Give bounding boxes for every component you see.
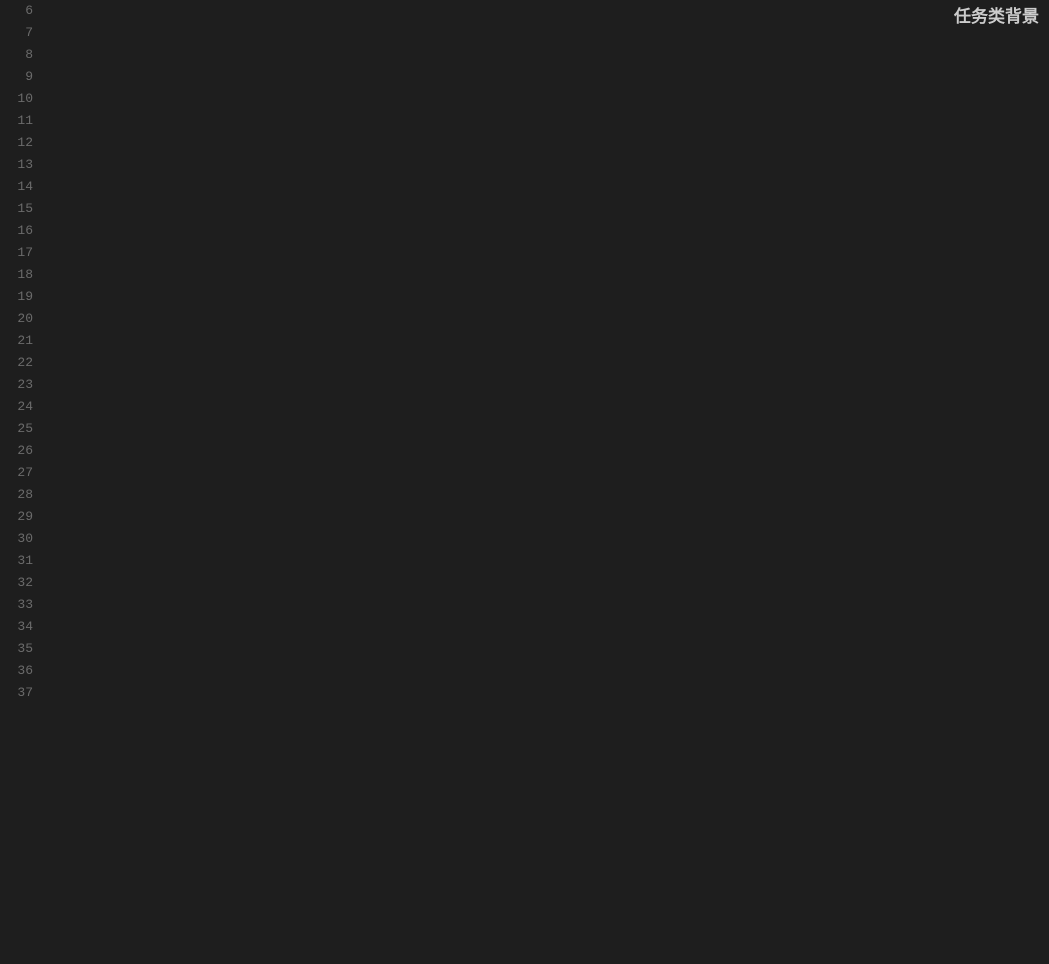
line-num-13: 13: [0, 154, 33, 176]
editor-container: 任务类背景 6 7 8 9 10 11 12 13 14 15 16 17 18…: [0, 0, 1049, 964]
line6-text: [55, 0, 89, 22]
line-num-7: 7: [0, 22, 33, 44]
line-num-16: 16: [0, 220, 33, 242]
line-num-8: 8: [0, 44, 33, 66]
line-num-35: 35: [0, 638, 33, 660]
line-num-19: 19: [0, 286, 33, 308]
line-num-22: 22: [0, 352, 33, 374]
code-area: [45, 0, 1049, 964]
line-num-37: 37: [0, 682, 33, 704]
line-num-10: 10: [0, 88, 33, 110]
line-num-20: 20: [0, 308, 33, 330]
line-num-36: 36: [0, 660, 33, 682]
line-num-14: 14: [0, 176, 33, 198]
line-num-17: 17: [0, 242, 33, 264]
line-num-34: 34: [0, 616, 33, 638]
top-title: 任务类背景: [944, 0, 1049, 30]
line-num-9: 9: [0, 66, 33, 88]
line-num-30: 30: [0, 528, 33, 550]
code-line-6: [55, 0, 1049, 22]
line-num-15: 15: [0, 198, 33, 220]
line-num-6: 6: [0, 0, 33, 22]
line-num-33: 33: [0, 594, 33, 616]
line-num-27: 27: [0, 462, 33, 484]
line-num-23: 23: [0, 374, 33, 396]
line-num-12: 12: [0, 132, 33, 154]
line-num-32: 32: [0, 572, 33, 594]
line-num-28: 28: [0, 484, 33, 506]
line-num-21: 21: [0, 330, 33, 352]
line-num-24: 24: [0, 396, 33, 418]
line-num-25: 25: [0, 418, 33, 440]
line-num-18: 18: [0, 264, 33, 286]
line-num-26: 26: [0, 440, 33, 462]
line-numbers: 6 7 8 9 10 11 12 13 14 15 16 17 18 19 20…: [0, 0, 45, 964]
line-num-29: 29: [0, 506, 33, 528]
line-num-11: 11: [0, 110, 33, 132]
line-num-31: 31: [0, 550, 33, 572]
